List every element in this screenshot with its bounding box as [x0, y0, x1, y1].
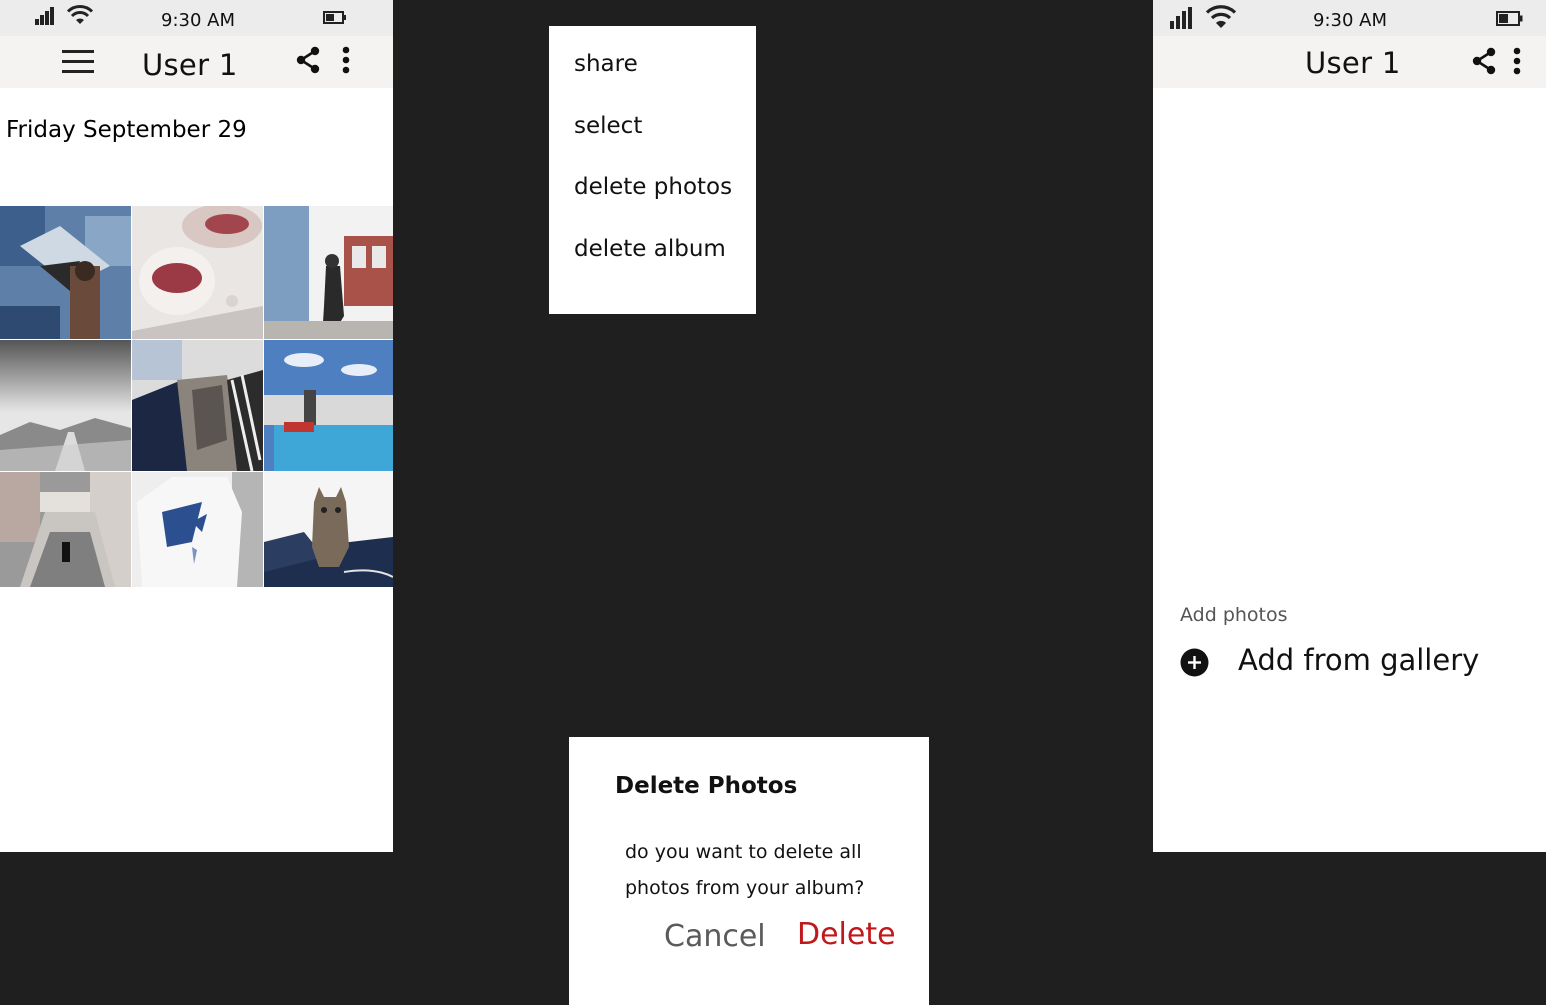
- delete-photos-dialog: Delete Photos do you want to delete all …: [569, 737, 929, 1005]
- photo-thumbnail[interactable]: [132, 472, 263, 587]
- more-vert-icon[interactable]: [1511, 47, 1523, 75]
- empty-album-screen: 9:30 AM User 1 Add photos Add from galle…: [1153, 0, 1546, 852]
- photo-thumbnail[interactable]: [0, 340, 131, 471]
- status-bar: 9:30 AM: [1153, 0, 1546, 36]
- add-from-gallery-button[interactable]: Add from gallery: [1180, 643, 1520, 683]
- photo-thumbnail[interactable]: [0, 206, 131, 339]
- add-photos-caption: Add photos: [1180, 604, 1288, 626]
- app-title: User 1: [142, 48, 238, 82]
- share-icon[interactable]: [1471, 47, 1497, 75]
- cancel-button[interactable]: Cancel: [664, 919, 766, 954]
- more-vert-icon[interactable]: [340, 46, 352, 74]
- photo-thumbnail[interactable]: [264, 340, 393, 471]
- status-time: 9:30 AM: [1313, 10, 1387, 31]
- status-bar: 9:30 AM: [0, 0, 393, 36]
- photo-thumbnail[interactable]: [264, 206, 393, 339]
- overflow-menu: share select delete photos delete album: [549, 26, 756, 314]
- status-time: 9:30 AM: [161, 10, 235, 31]
- dialog-title: Delete Photos: [615, 773, 798, 799]
- add-from-gallery-label: Add from gallery: [1238, 643, 1480, 677]
- photo-thumbnail[interactable]: [0, 472, 131, 587]
- wifi-icon: [1206, 5, 1236, 28]
- photo-thumbnail[interactable]: [132, 340, 263, 471]
- photo-grid: [0, 206, 393, 587]
- menu-icon[interactable]: [62, 49, 94, 73]
- app-bar: User 1: [1153, 36, 1546, 88]
- date-heading: Friday September 29: [6, 117, 247, 143]
- app-bar: User 1: [0, 36, 393, 88]
- app-title: User 1: [1305, 46, 1401, 80]
- menu-item-delete-album[interactable]: delete album: [574, 236, 726, 262]
- add-circle-icon: [1180, 648, 1209, 677]
- menu-item-delete-photos[interactable]: delete photos: [574, 174, 732, 200]
- menu-item-select[interactable]: select: [574, 113, 642, 139]
- signal-icon: [35, 7, 54, 25]
- signal-icon: [1170, 7, 1192, 29]
- photo-thumbnail[interactable]: [132, 206, 263, 339]
- dialog-message: do you want to delete all photos from yo…: [625, 841, 865, 899]
- wifi-icon: [67, 5, 93, 24]
- menu-item-share[interactable]: share: [574, 51, 638, 77]
- album-screen: 9:30 AM User 1 Friday September 29: [0, 0, 393, 852]
- battery-icon: [1496, 11, 1523, 26]
- battery-icon: [323, 11, 346, 24]
- share-icon[interactable]: [295, 46, 321, 74]
- delete-button[interactable]: Delete: [797, 917, 896, 952]
- photo-thumbnail[interactable]: [264, 472, 393, 587]
